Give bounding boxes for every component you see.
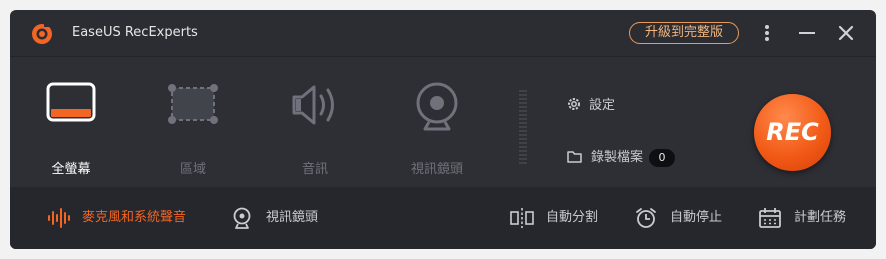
title-bar: EaseUS RecExperts 升級到完整版 <box>10 10 876 56</box>
region-icon <box>168 84 218 124</box>
alarm-clock-icon <box>636 208 656 228</box>
mode-label: 區域 <box>179 162 206 177</box>
mode-webcam[interactable]: 視訊鏡頭 <box>392 57 482 187</box>
calendar-icon <box>759 208 781 228</box>
audio-source-selector[interactable]: 麥克風和系統聲音 <box>47 207 217 229</box>
webcam-label: 視訊鏡頭 <box>266 210 319 225</box>
minimize-icon[interactable] <box>796 22 818 44</box>
webcam-icon <box>416 82 458 131</box>
fullscreen-icon <box>46 82 96 122</box>
webcam-small-icon <box>233 207 251 229</box>
recordings-count-badge: 0 <box>649 149 676 167</box>
speaker-icon <box>292 85 334 125</box>
split-icon <box>510 208 534 228</box>
settings-button[interactable]: 設定 <box>567 94 615 113</box>
mode-audio[interactable]: 音訊 <box>270 57 360 187</box>
auto-stop-label: 自動停止 <box>670 210 723 225</box>
app-title: EaseUS RecExperts <box>72 25 198 40</box>
gear-icon <box>568 98 580 110</box>
recordings-label: 錄製檔案 <box>591 150 644 165</box>
upgrade-button[interactable]: 升級到完整版 <box>629 22 739 44</box>
mode-label: 音訊 <box>301 162 328 177</box>
mode-region[interactable]: 區域 <box>148 57 238 187</box>
schedule-button[interactable]: 計劃任務 <box>758 207 868 229</box>
app-logo-icon <box>32 21 52 44</box>
audio-level-meter <box>519 90 527 168</box>
schedule-label: 計劃任務 <box>794 210 847 225</box>
close-icon[interactable] <box>835 22 857 44</box>
recordings-button[interactable]: 錄製檔案 0 <box>567 146 676 167</box>
sound-wave-icon <box>48 208 70 228</box>
settings-label: 設定 <box>589 98 616 113</box>
auto-split-label: 自動分割 <box>546 210 599 225</box>
auto-split-button[interactable]: 自動分割 <box>510 207 620 229</box>
folder-icon <box>567 151 582 163</box>
bottom-toolbar: 麥克風和系統聲音 視訊鏡頭 自動分割 自動停止 計劃任務 <box>10 187 876 249</box>
mode-panel: 全螢幕 區域 音訊 視訊鏡頭 設定 錄製檔案 0 REC <box>10 57 876 187</box>
app-window: EaseUS RecExperts 升級到完整版 全螢幕 區域 音訊 視訊鏡頭 … <box>10 10 876 249</box>
mode-label: 全螢幕 <box>51 162 91 177</box>
more-menu-icon[interactable] <box>756 22 778 44</box>
mode-label: 視訊鏡頭 <box>410 162 463 177</box>
webcam-toggle[interactable]: 視訊鏡頭 <box>232 207 342 229</box>
audio-source-label: 麥克風和系統聲音 <box>82 210 187 225</box>
auto-stop-button[interactable]: 自動停止 <box>634 207 744 229</box>
rec-button[interactable]: REC <box>754 94 831 171</box>
mode-fullscreen[interactable]: 全螢幕 <box>26 57 116 187</box>
